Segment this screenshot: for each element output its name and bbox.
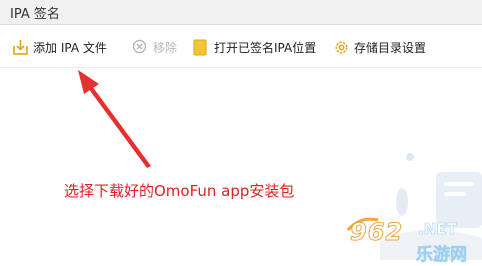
annotation-text: 选择下载好的OmoFun app安装包 [64, 182, 295, 200]
site-watermark: 962 .NET 乐游网 [346, 214, 478, 266]
watermark-subtitle: 乐游网 [416, 245, 468, 266]
watermark-number: 962 [349, 218, 404, 247]
watermark-site: .NET [418, 220, 457, 239]
